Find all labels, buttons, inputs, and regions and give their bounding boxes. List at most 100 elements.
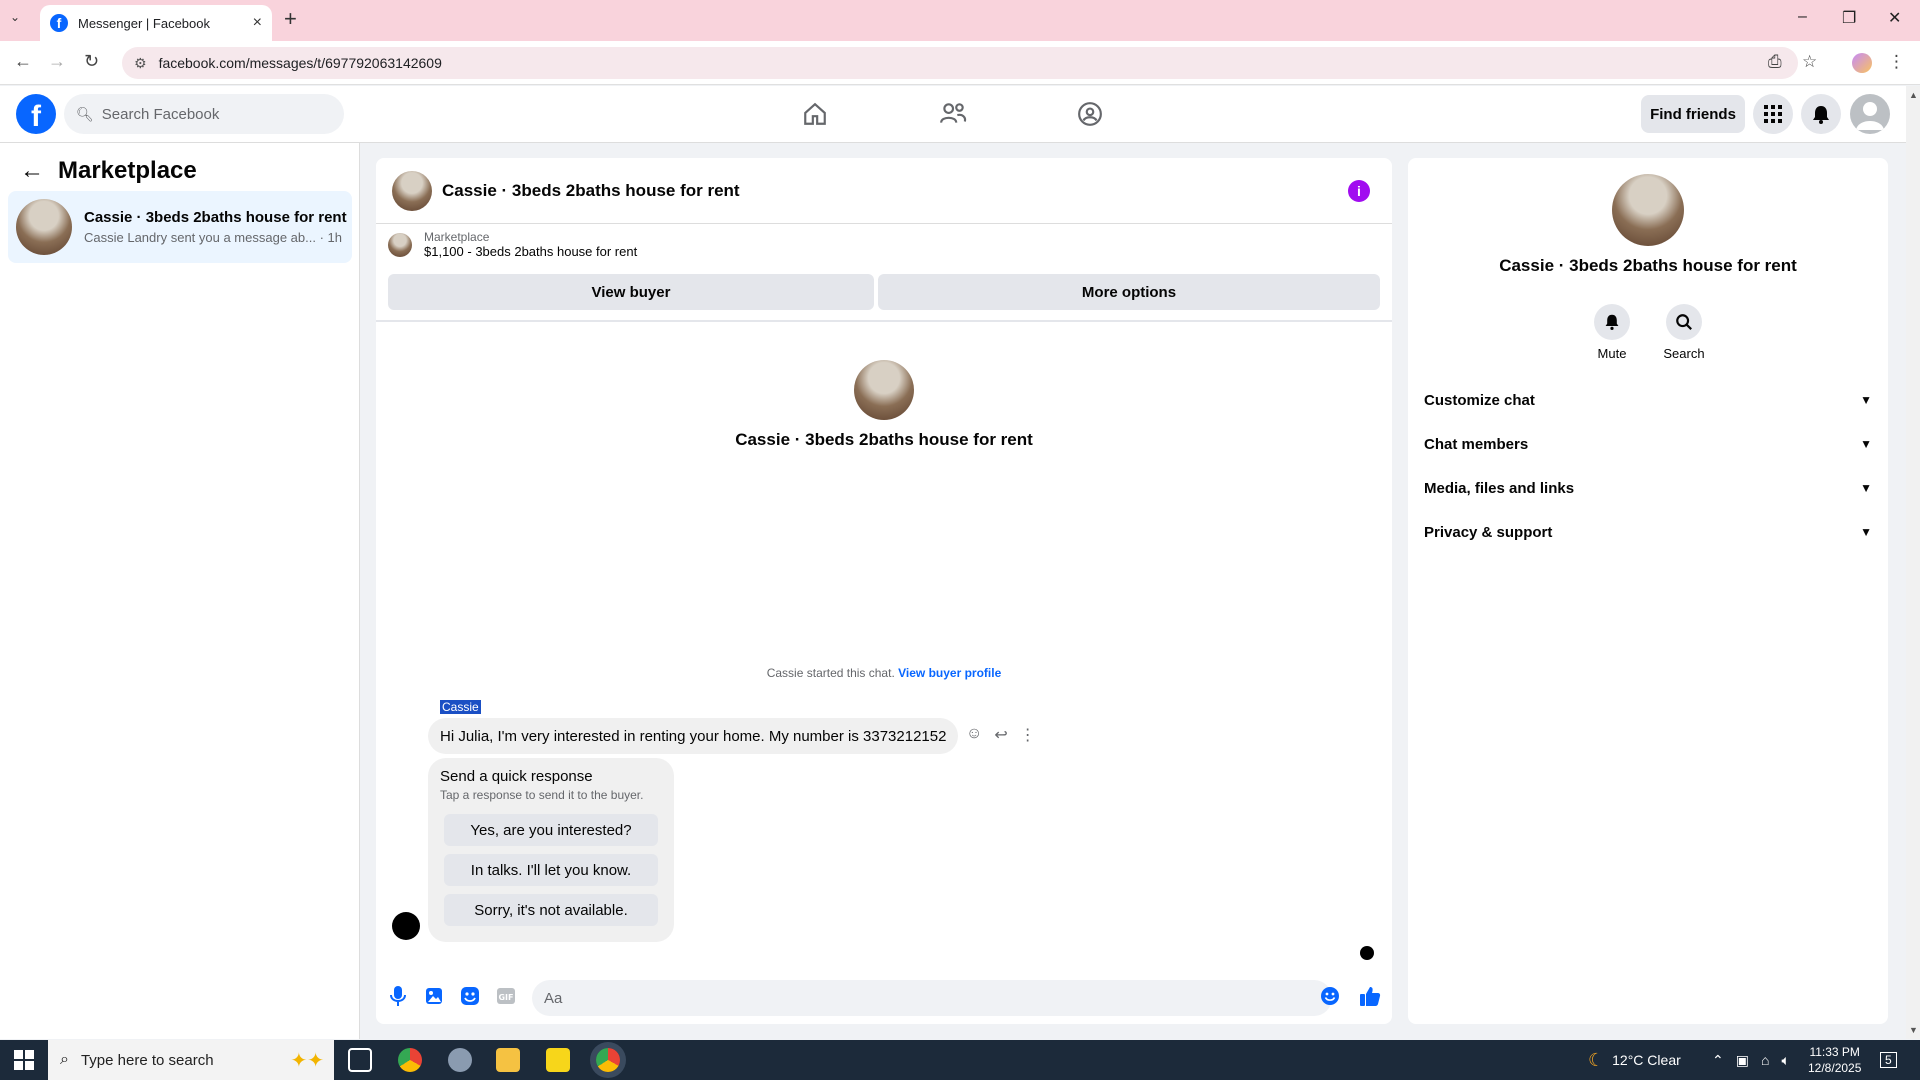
sender-avatar[interactable] (392, 912, 420, 940)
section-media-files-links[interactable]: Media, files and links ▼ (1424, 466, 1872, 510)
mute-label: Mute (1597, 346, 1627, 361)
browser-toolbar: ← → ↻ ⚙ facebook.com/messages/t/69779206… (0, 41, 1920, 85)
view-buyer-button[interactable]: View buyer (388, 274, 874, 310)
site-info-icon[interactable]: ⚙ (134, 55, 147, 72)
profile-name: Cassie · 3beds 2baths house for rent (735, 430, 1033, 449)
restore-icon[interactable]: ❐ (1842, 8, 1856, 28)
gif-icon[interactable]: GIF (494, 984, 518, 1008)
install-app-icon[interactable]: ⎙ (1768, 52, 1782, 72)
friends-icon[interactable] (939, 100, 967, 128)
quick-response-button[interactable]: Yes, are you interested? (444, 814, 658, 846)
meet-icon[interactable]: ▣ (1736, 1052, 1749, 1069)
page-scrollbar[interactable]: ▲ ▼ (1906, 86, 1920, 1039)
browser-tab[interactable]: f Messenger | Facebook × (40, 5, 272, 41)
message-bubble[interactable]: Hi Julia, I'm very interested in renting… (428, 718, 959, 754)
notification-center-icon[interactable]: 5 (1880, 1040, 1897, 1080)
scroll-up-icon[interactable]: ▲ (1909, 90, 1918, 100)
quick-response-button[interactable]: In talks. I'll let you know. (444, 854, 658, 886)
back-icon[interactable]: ← (14, 51, 32, 72)
chevron-down-icon: ▼ (1860, 481, 1872, 495)
taskbar-search-input[interactable]: ⌕ Type here to search ✦✦ (48, 1040, 334, 1080)
bell-icon (1594, 304, 1630, 340)
sender-name: Cassie (440, 700, 481, 714)
profile-thumbnail[interactable] (854, 360, 914, 420)
notifications-bell-icon[interactable] (1801, 94, 1841, 134)
new-tab-icon[interactable]: + (284, 6, 297, 32)
reload-icon[interactable]: ↻ (84, 51, 99, 72)
weather-icon: ☾ (1588, 1049, 1605, 1070)
close-window-icon[interactable]: ✕ (1888, 8, 1901, 28)
address-bar[interactable]: ⚙ facebook.com/messages/t/69779206314260… (122, 47, 1798, 79)
clock-date: 12/8/2025 (1808, 1061, 1862, 1075)
search-placeholder: Search Facebook (101, 105, 220, 123)
more-icon[interactable]: ⋮ (1020, 725, 1036, 745)
find-friends-button[interactable]: Find friends (1641, 95, 1745, 133)
chat-title[interactable]: Cassie · 3beds 2baths house for rent (442, 181, 740, 201)
message-input[interactable]: Aa (532, 980, 1332, 1016)
info-profile-thumbnail[interactable] (1612, 174, 1684, 246)
menu-grid-icon[interactable] (1753, 94, 1793, 134)
message-composer: GIF Aa (376, 976, 1392, 1016)
back-arrow-icon[interactable]: ← (20, 157, 44, 185)
taskbar-clock[interactable]: 11:33 PM 12/8/2025 (1808, 1044, 1861, 1076)
mute-button[interactable]: Mute (1576, 304, 1648, 361)
section-label: Media, files and links (1424, 479, 1575, 497)
reply-icon[interactable]: ↩ (994, 725, 1007, 745)
chrome-active-icon[interactable] (596, 1048, 620, 1072)
close-tab-icon[interactable]: × (253, 14, 262, 32)
tab-title: Messenger | Facebook (78, 15, 210, 31)
chat-profile-summary: Cassie · 3beds 2baths house for rent (376, 360, 1392, 450)
facebook-logo-icon[interactable]: f (16, 94, 56, 134)
windows-start-icon[interactable] (14, 1050, 34, 1070)
emoji-icon[interactable] (1318, 984, 1342, 1008)
sticker-icon[interactable] (458, 984, 482, 1008)
home-icon[interactable] (801, 100, 829, 128)
chat-started-notice: Cassie started this chat. View buyer pro… (376, 666, 1392, 680)
microphone-icon[interactable] (386, 984, 410, 1008)
app-icon[interactable] (448, 1048, 472, 1072)
facebook-header: f 🔍︎ Search Facebook Find friends (0, 86, 1906, 143)
section-chat-members[interactable]: Chat members ▼ (1424, 422, 1872, 466)
attach-photo-icon[interactable] (422, 984, 446, 1008)
info-profile: Cassie · 3beds 2baths house for rent (1408, 174, 1888, 276)
profile-extension-icon[interactable] (1852, 53, 1872, 73)
notification-count: 5 (1880, 1052, 1897, 1068)
minimize-icon[interactable]: – (1798, 8, 1807, 26)
browser-menu-icon[interactable]: ⋮ (1888, 52, 1905, 72)
conversation-preview: Cassie Landry sent you a message ab... (84, 230, 316, 245)
marketplace-header: ← Marketplace (20, 157, 197, 185)
quick-response-button[interactable]: Sorry, it's not available. (444, 894, 658, 926)
search-in-conversation-button[interactable]: Search (1648, 304, 1720, 361)
file-explorer-icon[interactable] (496, 1048, 520, 1072)
task-view-icon[interactable] (348, 1048, 372, 1072)
react-icon[interactable]: ☺ (966, 725, 982, 745)
volume-icon[interactable]: 🔈︎ (1781, 1052, 1789, 1069)
chat-header: Cassie · 3beds 2baths house for rent i (376, 158, 1392, 224)
scroll-down-icon[interactable]: ▼ (1909, 1025, 1918, 1035)
section-customize-chat[interactable]: Customize chat ▼ (1424, 378, 1872, 422)
more-options-button[interactable]: More options (878, 274, 1380, 310)
forward-icon[interactable]: → (48, 51, 66, 72)
conversation-info-icon[interactable]: i (1348, 180, 1370, 202)
network-icon[interactable]: ⌂ (1761, 1052, 1769, 1068)
windows-taskbar: ⌕ Type here to search ✦✦ ☾ 12°C Clear ⌃ … (0, 1040, 1920, 1080)
quick-response-card: Send a quick response Tap a response to … (428, 758, 674, 942)
tray-expand-icon[interactable]: ⌃ (1712, 1052, 1724, 1069)
sticky-notes-icon[interactable] (546, 1048, 570, 1072)
tab-search-icon[interactable]: ⌄ (10, 10, 20, 24)
thumbs-up-icon[interactable] (1358, 984, 1382, 1008)
chrome-icon[interactable] (398, 1048, 422, 1072)
listing-banner[interactable]: Marketplace $1,100 - 3beds 2baths house … (388, 230, 637, 259)
section-privacy-support[interactable]: Privacy & support ▼ (1424, 510, 1872, 554)
weather-widget[interactable]: ☾ 12°C Clear (1588, 1040, 1681, 1080)
groups-icon[interactable] (1076, 100, 1104, 128)
bookmark-star-icon[interactable]: ☆ (1802, 52, 1817, 72)
view-buyer-profile-link[interactable]: View buyer profile (898, 666, 1001, 680)
section-label: Customize chat (1424, 391, 1535, 409)
chat-avatar[interactable] (392, 170, 432, 211)
facebook-search-input[interactable]: 🔍︎ Search Facebook (64, 94, 344, 134)
conversation-item[interactable]: Cassie · 3beds 2baths house for rent Cas… (8, 191, 352, 263)
search-icon (1666, 304, 1702, 340)
account-avatar[interactable] (1850, 94, 1890, 134)
quick-response-subtitle: Tap a response to send it to the buyer. (440, 788, 644, 802)
